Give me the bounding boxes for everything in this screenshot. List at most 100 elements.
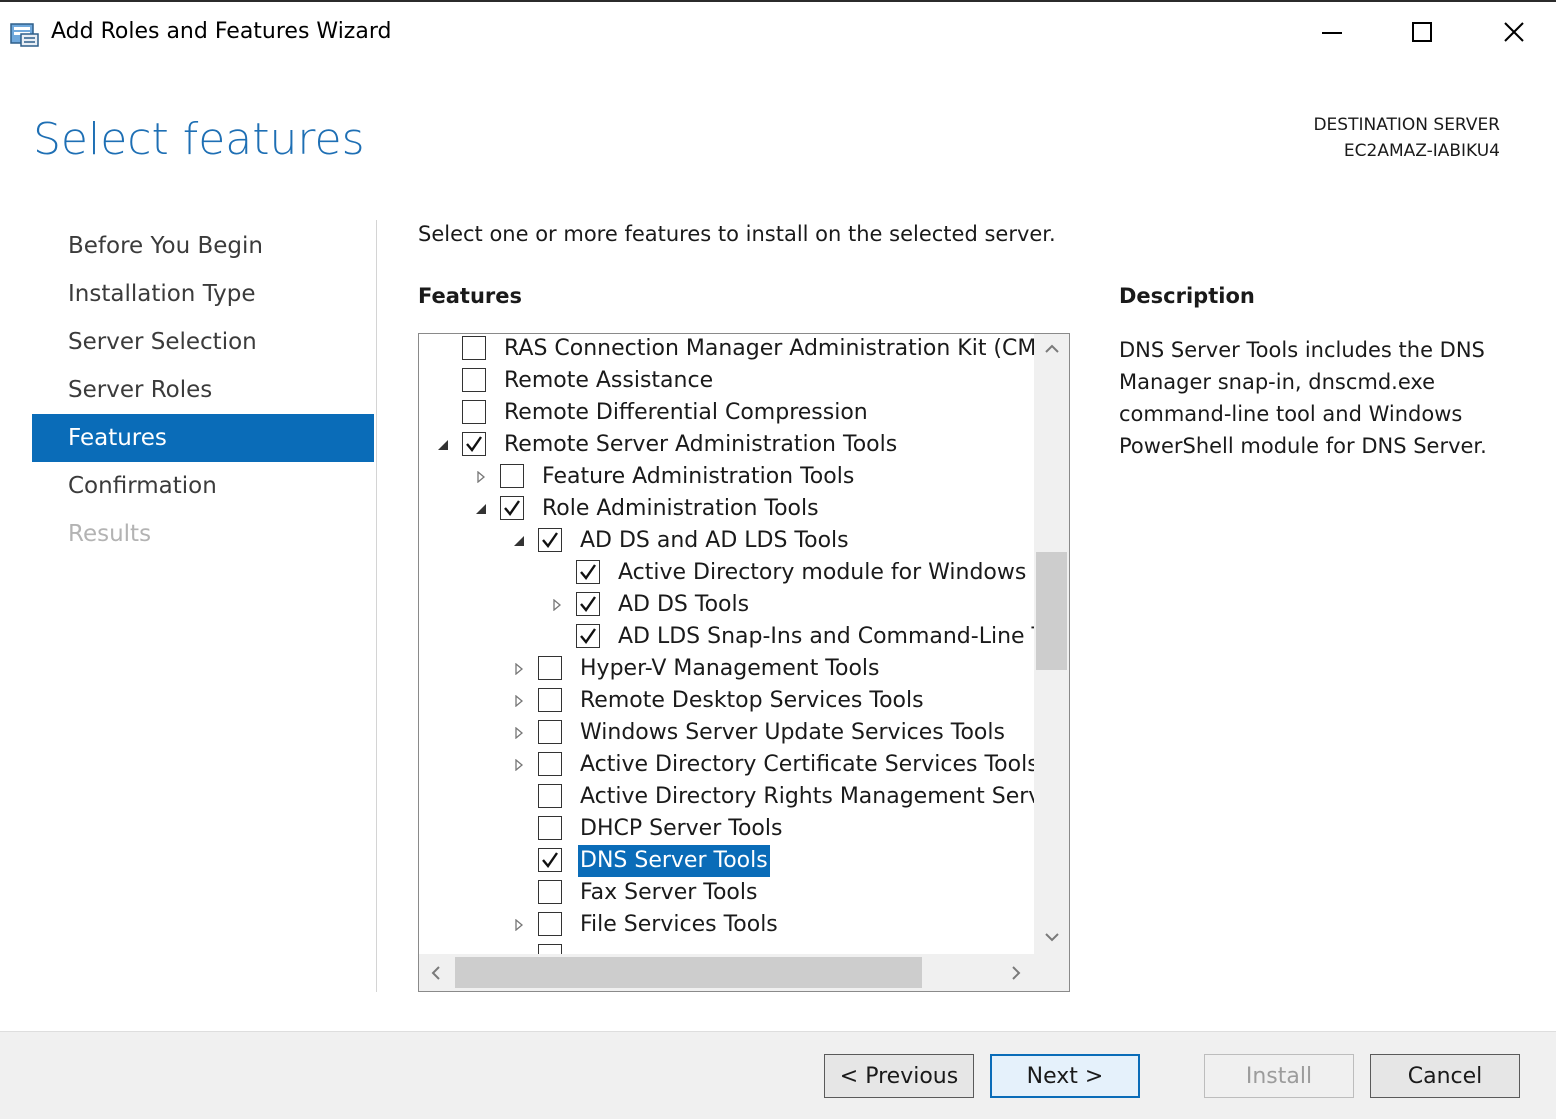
feature-tree-row[interactable]: DHCP Server Tools — [419, 813, 1034, 845]
feature-checkbox[interactable] — [538, 688, 562, 712]
feature-label: Active Directory module for Windows P — [618, 560, 1034, 585]
feature-label: Active Directory Rights Management Servi… — [580, 784, 1034, 809]
nav-item-server-selection[interactable]: Server Selection — [32, 318, 374, 366]
window-title: Add Roles and Features Wizard — [51, 19, 392, 44]
feature-checkbox[interactable] — [576, 560, 600, 584]
feature-checkbox[interactable] — [538, 720, 562, 744]
feature-checkbox[interactable] — [538, 784, 562, 808]
expand-arrow-icon[interactable] — [509, 909, 529, 941]
feature-tree-row[interactable]: Active Directory Rights Management Servi… — [419, 781, 1034, 813]
feature-label: RAS Connection Manager Administration Ki… — [504, 336, 1034, 361]
feature-tree-row[interactable]: Remote Differential Compression — [419, 397, 1034, 429]
feature-tree-row[interactable]: Role Administration Tools — [419, 493, 1034, 525]
feature-label: File Services Tools — [580, 912, 778, 937]
expand-arrow-icon[interactable] — [509, 717, 529, 749]
checkmark-icon — [580, 628, 596, 644]
nav-item-before-you-begin[interactable]: Before You Begin — [32, 222, 374, 270]
feature-checkbox[interactable] — [538, 848, 562, 872]
nav-item-confirmation[interactable]: Confirmation — [32, 462, 374, 510]
close-icon — [1504, 22, 1524, 42]
feature-tree-row[interactable]: Hyper-V Management Tools — [419, 653, 1034, 685]
feature-checkbox[interactable] — [462, 368, 486, 392]
feature-tree-row[interactable]: Remote Desktop Services Tools — [419, 685, 1034, 717]
page-title: Select features — [33, 114, 365, 165]
checkmark-icon — [542, 532, 558, 548]
checkmark-icon — [580, 564, 596, 580]
feature-tree-row[interactable] — [419, 941, 1034, 954]
feature-tree-row[interactable]: Active Directory Certificate Services To… — [419, 749, 1034, 781]
minimize-button[interactable] — [1302, 10, 1362, 56]
expand-arrow-icon[interactable] — [509, 685, 529, 717]
features-tree-viewport: RAS Connection Manager Administration Ki… — [419, 334, 1034, 954]
collapse-arrow-icon[interactable] — [433, 429, 453, 461]
expand-arrow-icon[interactable] — [509, 653, 529, 685]
feature-tree-row[interactable]: Windows Server Update Services Tools — [419, 717, 1034, 749]
nav-item-installation-type[interactable]: Installation Type — [32, 270, 374, 318]
description-heading: Description — [1119, 284, 1255, 308]
expand-arrow-icon[interactable] — [509, 749, 529, 781]
maximize-button[interactable] — [1392, 10, 1452, 56]
feature-label: DNS Server Tools — [578, 845, 770, 877]
feature-checkbox[interactable] — [576, 624, 600, 648]
feature-tree-row[interactable]: File Services Tools — [419, 909, 1034, 941]
nav-item-features[interactable]: Features — [32, 414, 374, 462]
previous-button[interactable]: < Previous — [824, 1054, 974, 1098]
feature-checkbox[interactable] — [462, 432, 486, 456]
feature-checkbox[interactable] — [538, 752, 562, 776]
feature-label: Remote Differential Compression — [504, 400, 868, 425]
feature-checkbox[interactable] — [576, 592, 600, 616]
cancel-button[interactable]: Cancel — [1370, 1054, 1520, 1098]
feature-tree-row[interactable]: AD LDS Snap-Ins and Command-Line T — [419, 621, 1034, 653]
collapse-arrow-icon[interactable] — [509, 525, 529, 557]
feature-checkbox[interactable] — [538, 880, 562, 904]
feature-label: Role Administration Tools — [542, 496, 819, 521]
feature-label: Windows Server Update Services Tools — [580, 720, 1005, 745]
close-button[interactable] — [1484, 10, 1544, 56]
expand-arrow-icon[interactable] — [547, 589, 567, 621]
checkmark-icon — [466, 436, 482, 452]
install-button: Install — [1204, 1054, 1354, 1098]
scroll-up-icon[interactable] — [1044, 344, 1060, 354]
feature-tree-row[interactable]: DNS Server Tools — [419, 845, 1034, 877]
feature-tree-row[interactable]: Active Directory module for Windows P — [419, 557, 1034, 589]
feature-tree-row[interactable]: Feature Administration Tools — [419, 461, 1034, 493]
features-tree[interactable]: RAS Connection Manager Administration Ki… — [418, 333, 1070, 992]
scroll-left-icon[interactable] — [431, 965, 441, 981]
feature-checkbox[interactable] — [538, 912, 562, 936]
feature-tree-row[interactable]: AD DS Tools — [419, 589, 1034, 621]
feature-tree-row[interactable]: Fax Server Tools — [419, 877, 1034, 909]
feature-checkbox[interactable] — [462, 400, 486, 424]
feature-checkbox[interactable] — [538, 944, 562, 954]
next-button[interactable]: Next > — [990, 1054, 1140, 1098]
instructions-text: Select one or more features to install o… — [418, 222, 1056, 246]
feature-tree-row[interactable]: Remote Assistance — [419, 365, 1034, 397]
horizontal-scrollbar[interactable] — [419, 954, 1034, 991]
feature-label: Fax Server Tools — [580, 880, 758, 905]
horizontal-scroll-thumb[interactable] — [455, 957, 922, 988]
feature-checkbox[interactable] — [500, 464, 524, 488]
feature-checkbox[interactable] — [500, 496, 524, 520]
feature-tree-row[interactable]: AD DS and AD LDS Tools — [419, 525, 1034, 557]
scrollbar-corner — [1034, 954, 1069, 991]
feature-checkbox[interactable] — [462, 336, 486, 360]
feature-checkbox[interactable] — [538, 816, 562, 840]
feature-checkbox[interactable] — [538, 656, 562, 680]
scroll-right-icon[interactable] — [1011, 965, 1021, 981]
feature-label: AD LDS Snap-Ins and Command-Line T — [618, 624, 1034, 649]
scroll-down-icon[interactable] — [1044, 932, 1060, 942]
feature-tree-row[interactable]: RAS Connection Manager Administration Ki… — [419, 334, 1034, 365]
minimize-icon — [1322, 32, 1342, 34]
vertical-scrollbar[interactable] — [1034, 334, 1069, 954]
nav-item-server-roles[interactable]: Server Roles — [32, 366, 374, 414]
feature-checkbox[interactable] — [538, 528, 562, 552]
description-text: DNS Server Tools includes the DNS Manage… — [1119, 338, 1487, 458]
feature-label: Active Directory Certificate Services To… — [580, 752, 1034, 777]
destination-server-label: DESTINATION SERVER — [1313, 115, 1500, 135]
checkmark-icon — [504, 500, 520, 516]
expand-arrow-icon[interactable] — [471, 461, 491, 493]
collapse-arrow-icon[interactable] — [471, 493, 491, 525]
feature-label: Remote Assistance — [504, 368, 714, 393]
feature-tree-row[interactable]: Remote Server Administration Tools — [419, 429, 1034, 461]
wizard-footer: < Previous Next > Install Cancel — [0, 1031, 1556, 1119]
vertical-scroll-thumb[interactable] — [1036, 552, 1067, 670]
